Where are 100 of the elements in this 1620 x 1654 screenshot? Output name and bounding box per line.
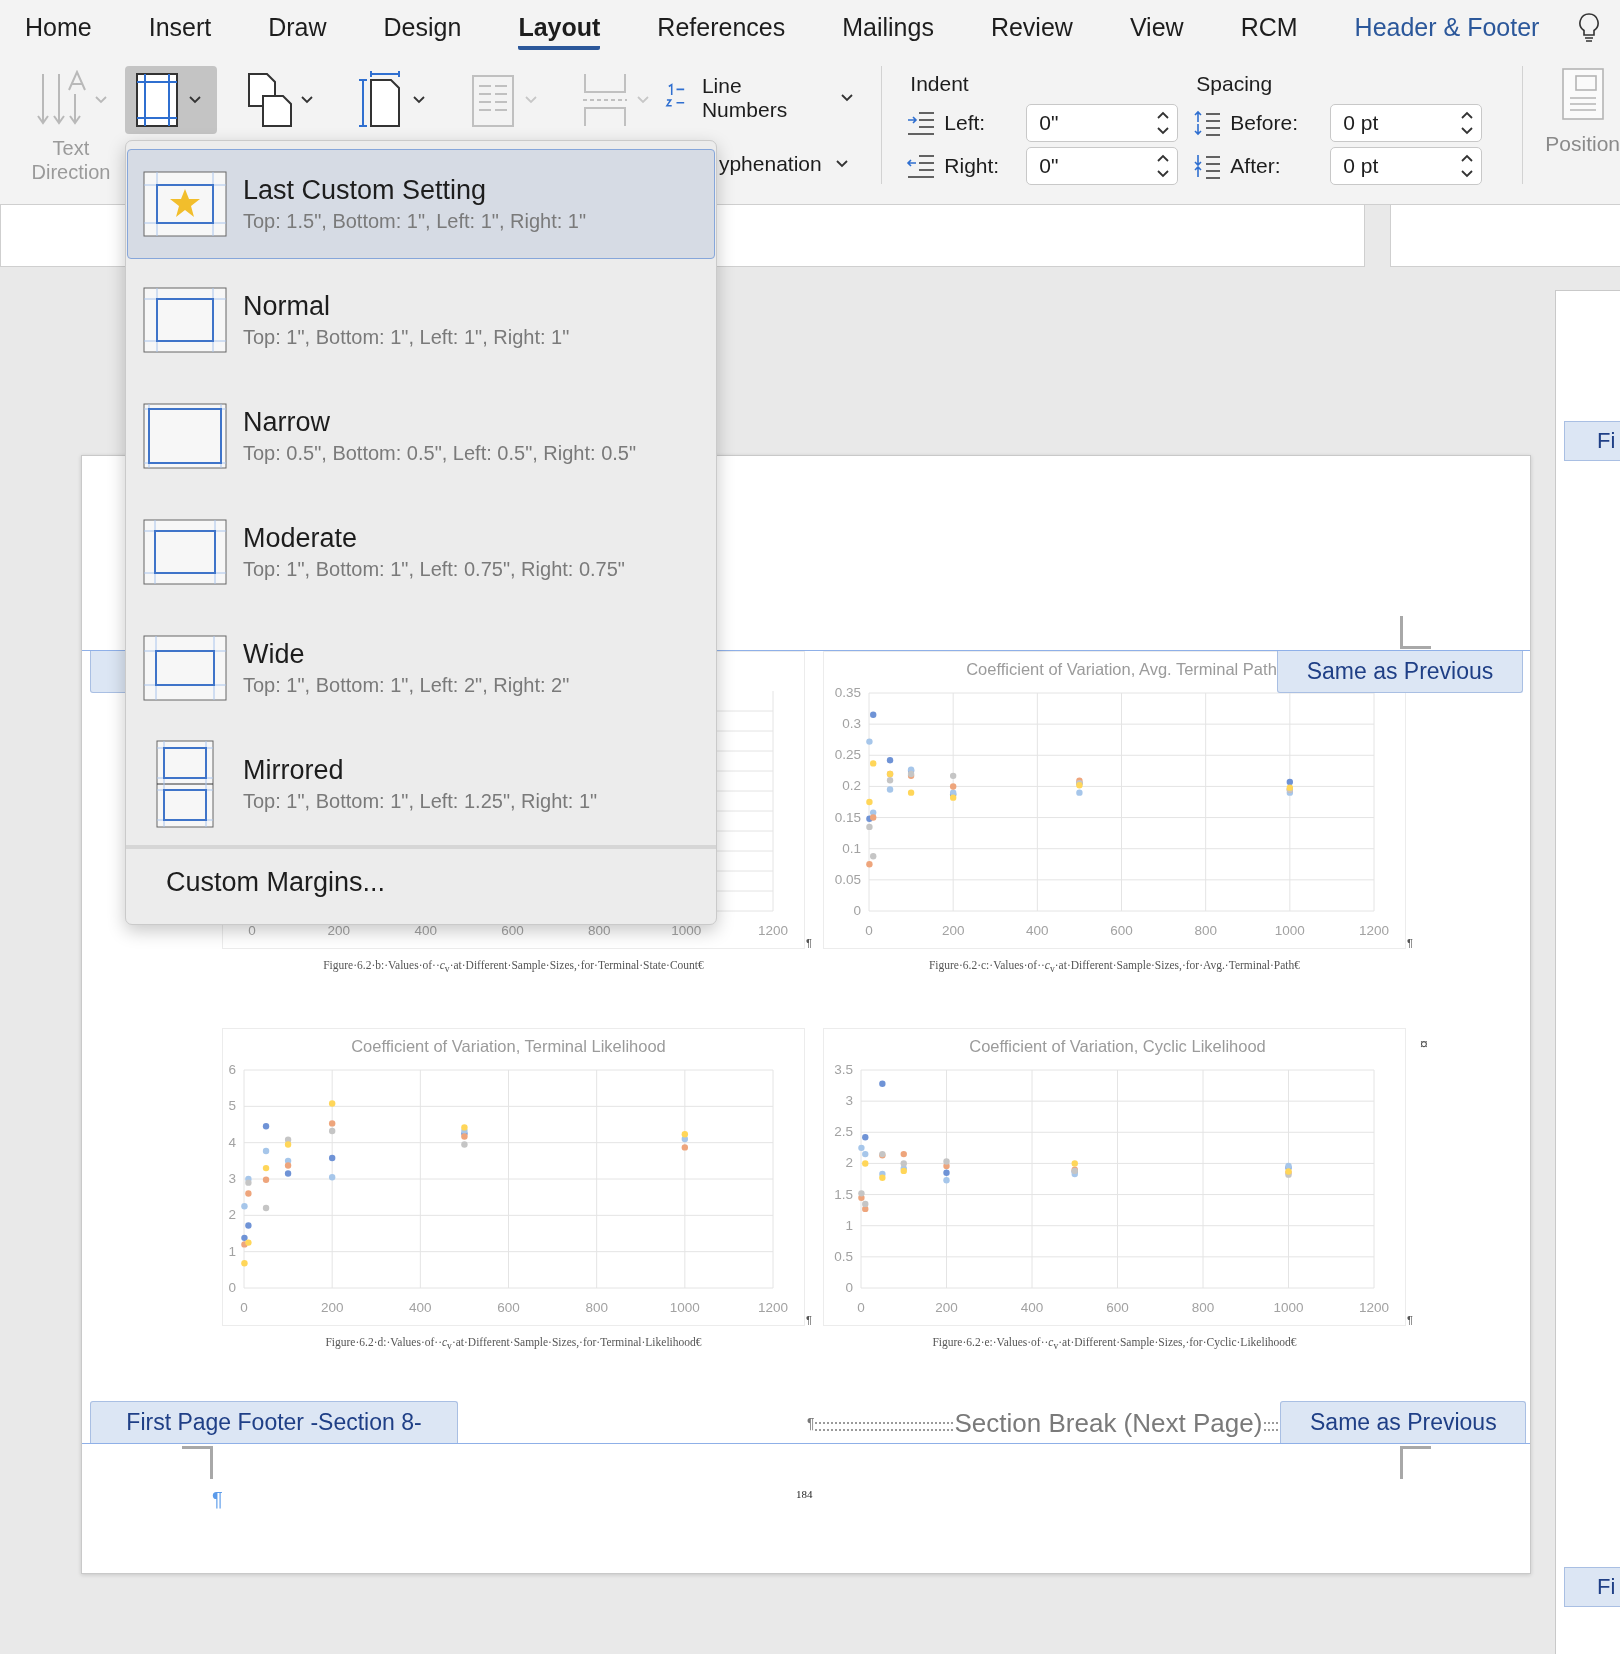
menu-item-title: Narrow (243, 407, 331, 438)
caret-icon (524, 96, 537, 104)
ribbon-tab[interactable]: Insert (148, 12, 212, 50)
field-label: Left: (944, 111, 987, 135)
header-tab[interactable]: Same as Previous (1277, 651, 1523, 693)
ribbon-tab[interactable]: Layout (518, 12, 601, 50)
spin-field[interactable]: 0" (1026, 147, 1179, 185)
ribbon-tab[interactable]: Review (990, 12, 1073, 50)
margins-button[interactable] (124, 66, 217, 134)
axis-tick-label: 5 (228, 1098, 236, 1114)
axis-tick-label: 6 (228, 1062, 236, 1077)
axis-tick-label: 2 (845, 1155, 853, 1171)
menu-item[interactable]: Narrow Top: 0.5", Bottom: 0.5", Left: 0.5", Right: 0.5" (127, 381, 715, 491)
figure-caption: Figure·6.2·e:·Values·of··c$_{v}$·at·Different·Sample·Sizes,·for·Cyclic·Likelihood€ (931, 1335, 1298, 1354)
stepper-icon[interactable] (1461, 152, 1474, 180)
chart-title: Coefficient of Variation, Avg. Terminal Path (966, 660, 1277, 678)
caret-icon (835, 160, 848, 168)
axis-tick-label: 0 (845, 1280, 853, 1295)
axis-tick-label: 0 (228, 1280, 236, 1295)
ribbon-tab[interactable]: RCM (1240, 12, 1298, 50)
axis-tick-label: 600 (1106, 1300, 1129, 1315)
menu-item[interactable]: Custom Margins... (166, 867, 716, 898)
chart-title: Coefficient of Variation, Cyclic Likelihood (969, 1037, 1266, 1055)
axis-tick-label: 800 (585, 1300, 608, 1315)
menu-item[interactable]: Wide Top: 1", Bottom: 1", Left: 2", Right: 2" (127, 613, 715, 723)
ribbon-tab[interactable]: Header & Footer (1354, 12, 1540, 50)
axis-tick-label: 2 (228, 1207, 236, 1223)
ribbon-tab[interactable]: Draw (268, 12, 327, 50)
margin-preview-icon (143, 635, 227, 701)
menu-item-title: Normal (243, 291, 331, 322)
axis-tick-label: 0 (240, 1300, 248, 1315)
axis-tick-label: 400 (409, 1300, 432, 1315)
menu-item[interactable]: Moderate Top: 1", Bottom: 1", Left: 0.75", Right: 0.75" (127, 497, 715, 607)
menu-item-detail: Top: 1", Bottom: 1", Left: 1.25", Right: 1" (243, 790, 598, 813)
axis-tick-label: 1200 (758, 1300, 788, 1315)
margin-preview-icon (143, 403, 227, 469)
paragraph-spacing-icon (1192, 110, 1223, 136)
axis-tick-label: 0.2 (842, 778, 861, 794)
axis-tick-label: 1200 (1359, 923, 1389, 938)
axis-tick-label: 3.5 (834, 1062, 853, 1077)
menu-item-title: Wide (243, 639, 306, 670)
stepper-icon[interactable] (1461, 109, 1474, 137)
header-tab[interactable]: Fi (1564, 421, 1620, 461)
footer-tab[interactable]: Fi (1564, 1567, 1620, 1607)
axis-tick-label: 0.15 (834, 809, 861, 825)
position-label: Position (1545, 132, 1620, 156)
crop-mark (1400, 1446, 1431, 1479)
menu-item-detail: Top: 1", Bottom: 1", Left: 1", Right: 1" (243, 326, 570, 349)
hyphenation-button[interactable]: yphenation (718, 152, 822, 176)
ribbon-tab[interactable]: Home (25, 12, 92, 50)
ribbon-tab[interactable]: Design (383, 12, 462, 50)
menu-item-detail: Top: 0.5", Bottom: 0.5", Left: 0.5", Right: 0.5" (243, 442, 637, 465)
axis-tick-label: 1000 (1273, 1300, 1304, 1315)
margin-preview-icon (143, 519, 227, 585)
axis-tick-label: 0.25 (834, 747, 861, 763)
footer-tab[interactable]: Same as Previous (1280, 1401, 1527, 1443)
group-title: Indent (910, 72, 970, 96)
group-title: Spacing (1196, 72, 1274, 96)
axis-tick-label: 400 (1026, 923, 1049, 938)
margin-preview-icon (143, 171, 227, 237)
axis-tick-label: 0.3 (842, 716, 861, 732)
ribbon-tab[interactable]: View (1129, 12, 1184, 50)
axis-tick-label: 2.5 (834, 1124, 853, 1140)
figure-caption: Figure·6.2·d:·Values·of··c$_{v}$·at·Different·Sample·Sizes,·for·Terminal·Likelihood€ (324, 1335, 703, 1354)
menu-item[interactable]: Last Custom Setting Top: 1.5", Bottom: 1", Left: 1", Right: 1" (127, 149, 715, 259)
paragraph-mark: ¶ (807, 1415, 815, 1431)
footer-tab[interactable]: First Page Footer -Section 8- (90, 1401, 458, 1443)
stepper-icon[interactable] (1157, 109, 1170, 137)
axis-tick-label: 200 (327, 923, 351, 938)
axis-tick-label: 200 (941, 923, 965, 938)
crop-mark (182, 1446, 213, 1479)
field-label: Right: (944, 154, 1001, 178)
axis-tick-label: 600 (1110, 923, 1133, 938)
figure-caption: Figure·6.2·c:·Values·of··c$_{v}$·at·Different·Sample·Sizes,·for·Avg.·Terminal·Path€ (927, 958, 1302, 977)
axis-tick-label: 1200 (758, 923, 788, 938)
caret-icon (300, 96, 313, 104)
paragraph-spacing-icon (906, 153, 937, 179)
axis-tick-label: 200 (935, 1300, 958, 1315)
axis-tick-label: 0.1 (842, 840, 861, 856)
paragraph-mark: ¶ (212, 1488, 223, 1511)
axis-tick-label: 200 (320, 1300, 344, 1315)
axis-tick-label: 0 (248, 923, 256, 938)
axis-tick-label: 0.05 (834, 871, 861, 887)
ribbon-tab[interactable]: References (657, 12, 786, 50)
spin-field[interactable]: 0" (1026, 104, 1179, 142)
anchor-mark: ¤ (1420, 1036, 1428, 1052)
axis-tick-label: 0 (865, 923, 873, 938)
axis-tick-label: 1000 (671, 923, 702, 938)
axis-tick-label: 400 (1020, 1300, 1044, 1315)
menu-item[interactable]: Mirrored Top: 1", Bottom: 1", Left: 1.25", Right: 1" (127, 729, 715, 839)
axis-tick-label: 1 (845, 1217, 853, 1233)
spin-field[interactable]: 0 pt (1330, 147, 1483, 185)
lightbulb-icon[interactable] (1578, 12, 1600, 44)
line-numbers-button[interactable]: Line Numbers (701, 74, 828, 122)
menu-item-title: Moderate (243, 523, 359, 554)
menu-item[interactable]: Normal Top: 1", Bottom: 1", Left: 1", Right: 1" (127, 265, 715, 375)
ribbon-tab[interactable]: Mailings (842, 12, 934, 50)
stepper-icon[interactable] (1157, 152, 1170, 180)
paragraph-mark: ¶ (1407, 1314, 1413, 1326)
spin-field[interactable]: 0 pt (1330, 104, 1483, 142)
